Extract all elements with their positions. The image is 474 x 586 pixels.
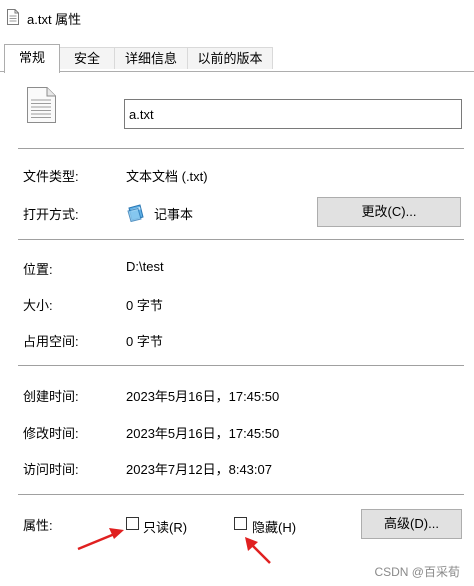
readonly-checkbox[interactable] [126, 517, 139, 530]
watermark: CSDN @百采荀 [374, 565, 460, 579]
location-label: 位置: [23, 262, 53, 277]
accessed-value: 2023年7月12日，8:43:07 [126, 462, 272, 477]
separator [18, 365, 464, 366]
accessed-label: 访问时间: [23, 462, 79, 477]
window-title: a.txt 属性 [27, 12, 82, 27]
created-label: 创建时间: [23, 389, 79, 404]
separator [18, 494, 464, 495]
file-name-input[interactable] [124, 99, 462, 129]
title-bar: a.txt 属性 [0, 0, 474, 36]
notepad-icon [127, 204, 144, 222]
file-type-value: 文本文档 (.txt) [126, 169, 208, 184]
document-icon [27, 87, 56, 123]
tab-security[interactable]: 安全 [59, 47, 115, 69]
readonly-label[interactable]: 只读(R) [143, 517, 187, 536]
hidden-checkbox[interactable] [234, 517, 247, 530]
size-on-disk-label: 占用空间: [23, 334, 79, 349]
size-value: 0 字节 [126, 298, 163, 313]
attributes-label: 属性: [23, 518, 53, 533]
created-value: 2023年5月16日，17:45:50 [126, 389, 280, 404]
separator [18, 148, 464, 149]
modified-value: 2023年5月16日，17:45:50 [126, 426, 280, 441]
advanced-button[interactable]: 高级(D)... [361, 509, 462, 539]
modified-label: 修改时间: [23, 426, 79, 441]
separator [18, 239, 464, 240]
tab-strip: 常规 安全 详细信息 以前的版本 [0, 44, 474, 73]
size-on-disk-value: 0 字节 [126, 334, 163, 349]
tab-general[interactable]: 常规 [4, 44, 60, 73]
location-value: D:\test [126, 259, 164, 274]
tab-previous-versions[interactable]: 以前的版本 [187, 47, 273, 69]
file-type-label: 文件类型: [23, 169, 79, 184]
text-file-icon [7, 9, 19, 25]
hidden-label[interactable]: 隐藏(H) [252, 517, 296, 536]
change-button[interactable]: 更改(C)... [317, 197, 461, 227]
open-with-label: 打开方式: [23, 207, 79, 222]
tab-details[interactable]: 详细信息 [114, 47, 188, 69]
size-label: 大小: [23, 298, 53, 313]
open-with-app: 记事本 [154, 207, 194, 222]
